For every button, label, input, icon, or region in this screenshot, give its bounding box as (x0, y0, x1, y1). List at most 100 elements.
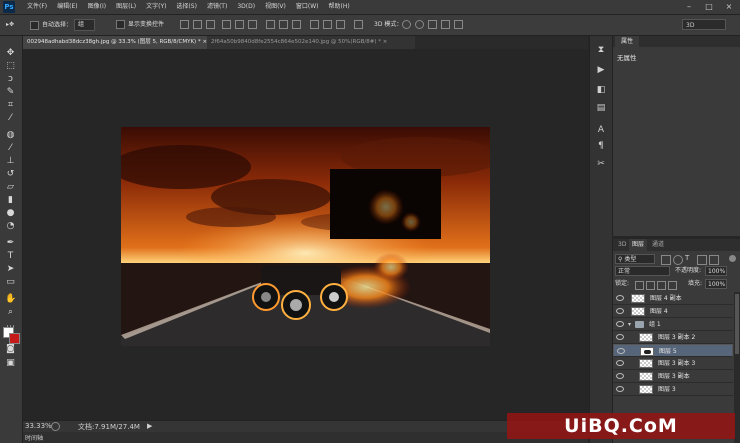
align-left-icon[interactable] (222, 20, 231, 29)
menu-file[interactable]: 文件(F) (22, 0, 52, 14)
move-icon[interactable]: ✥ (5, 48, 16, 59)
rotate-3d-icon[interactable] (402, 20, 411, 29)
filter-toggle-icon[interactable] (729, 255, 736, 262)
shape-icon[interactable]: ▭ (5, 277, 16, 288)
marquee-icon[interactable]: ⬚ (5, 61, 16, 72)
blur-icon[interactable]: ● (5, 208, 16, 219)
eraser-icon[interactable]: ▱ (5, 182, 16, 193)
drag-3d-icon[interactable] (428, 20, 437, 29)
timeline-panel-tab[interactable]: 时间轴 (23, 432, 588, 443)
pen-icon[interactable]: ✒ (5, 238, 16, 249)
history-brush-icon[interactable]: ↺ (5, 169, 16, 180)
menu-layer[interactable]: 图层(L) (111, 0, 141, 14)
filter-type-icon[interactable]: T (685, 254, 693, 262)
menu-3d[interactable]: 3D(D) (232, 0, 260, 14)
character-icon[interactable]: A (595, 124, 607, 136)
brush-icon[interactable]: ⁄ (5, 143, 16, 154)
auto-select-dropdown[interactable]: 组 (73, 19, 95, 31)
menu-view[interactable]: 视图(V) (260, 0, 291, 14)
visibility-eye-icon[interactable] (616, 334, 624, 340)
type-icon[interactable]: T (5, 251, 16, 262)
visibility-eye-icon[interactable] (616, 295, 624, 301)
slide-3d-icon[interactable] (441, 20, 450, 29)
roll-3d-icon[interactable] (415, 20, 424, 29)
lock-position-icon[interactable] (657, 281, 666, 290)
actions-icon[interactable]: ▶ (595, 64, 607, 76)
auto-select-checkbox[interactable] (30, 20, 39, 30)
workspace-dropdown[interactable]: 3D (682, 19, 726, 30)
document-image[interactable] (121, 127, 490, 346)
distribute-hcenter-icon[interactable] (323, 20, 332, 29)
paragraph-icon[interactable]: ¶ (595, 140, 607, 152)
menu-window[interactable]: 窗口(W) (291, 0, 324, 14)
tab-3d[interactable]: 3D (615, 239, 629, 251)
tab-properties[interactable]: 属性 (615, 36, 640, 47)
auto-select-option[interactable]: 自动选择： 组 (30, 19, 95, 31)
filter-adjustment-icon[interactable] (673, 255, 683, 265)
background-color-swatch[interactable] (9, 333, 20, 344)
visibility-eye-icon[interactable] (616, 360, 624, 366)
eyedropper-icon[interactable]: ⁄ (5, 113, 16, 124)
layer-row[interactable]: 图层 4 (613, 305, 733, 318)
close-tab-icon[interactable]: × (383, 39, 388, 45)
stamp-icon[interactable]: ⊥ (5, 156, 16, 167)
history-icon[interactable]: ⧗ (595, 44, 607, 56)
menu-edit[interactable]: 编辑(E) (52, 0, 82, 14)
gradient-icon[interactable]: ▮ (5, 195, 16, 206)
minimize-button[interactable]: – (682, 1, 696, 12)
screen-mode-icon[interactable]: ▣ (5, 358, 16, 369)
distribute-top-icon[interactable] (266, 20, 275, 29)
lasso-icon[interactable]: ↄ (5, 74, 16, 85)
tool-presets-icon[interactable]: ✂ (595, 158, 607, 170)
crop-icon[interactable]: ⌗ (5, 100, 16, 111)
zoom-level[interactable]: 33.33% (25, 422, 52, 430)
menu-filter[interactable]: 滤镜(T) (202, 0, 232, 14)
align-right-icon[interactable] (248, 20, 257, 29)
tab-channels[interactable]: 通道 (649, 239, 667, 251)
show-transform-checkbox[interactable] (116, 20, 125, 29)
distribute-right-icon[interactable] (336, 20, 345, 29)
layer-row[interactable]: 图层 3 副本 (613, 370, 733, 383)
lock-transparent-icon[interactable] (635, 281, 644, 290)
tab-document-1[interactable]: 002948adhabd38dcz38gh.jpg @ 33.3% (图层 5,… (23, 36, 213, 49)
fill-input[interactable]: 100% (705, 279, 727, 289)
status-menu-arrow-icon[interactable]: ▶ (147, 422, 152, 430)
scale-3d-icon[interactable] (454, 20, 463, 29)
status-info-icon[interactable] (51, 422, 60, 431)
layer-row[interactable]: 图层 3 (613, 383, 733, 396)
filter-smart-object-icon[interactable] (709, 255, 719, 265)
visibility-eye-icon[interactable] (616, 373, 624, 379)
filter-kind-dropdown[interactable]: ⚲ 类型 (615, 254, 655, 264)
layers-scrollbar-thumb[interactable] (735, 294, 739, 354)
auto-align-icon[interactable] (354, 20, 363, 29)
hand-icon[interactable]: ✋ (5, 294, 16, 305)
blend-mode-dropdown[interactable]: 正常 (615, 266, 670, 276)
align-bottom-icon[interactable] (206, 20, 215, 29)
lock-pixels-icon[interactable] (646, 281, 655, 290)
distribute-vcenter-icon[interactable] (279, 20, 288, 29)
visibility-eye-icon[interactable] (616, 308, 624, 314)
menu-type[interactable]: 文字(Y) (141, 0, 171, 14)
menu-select[interactable]: 选择(S) (171, 0, 202, 14)
healing-icon[interactable]: ◍ (5, 130, 16, 141)
path-select-icon[interactable]: ➤ (5, 264, 16, 275)
show-transform-option[interactable]: 显示变换控件 (116, 19, 164, 31)
distribute-left-icon[interactable] (310, 20, 319, 29)
align-vcenter-icon[interactable] (193, 20, 202, 29)
layer-row[interactable]: 图层 3 副本 2 (613, 331, 733, 344)
distribute-bottom-icon[interactable] (292, 20, 301, 29)
zoom-icon[interactable]: ⌕ (5, 307, 16, 318)
close-window-button[interactable]: × (722, 1, 736, 12)
adjustments-icon[interactable]: ◧ (595, 84, 607, 96)
align-top-icon[interactable] (180, 20, 189, 29)
move-tool-preset-icon[interactable]: ▸✥ (6, 19, 14, 31)
visibility-eye-icon[interactable] (616, 386, 624, 392)
menu-image[interactable]: 图像(I) (83, 0, 111, 14)
layer-row[interactable]: 图层 3 副本 3 (613, 357, 733, 370)
tab-document-2[interactable]: 2f64a50b9840d8fe2554c864e502e140.jpg @ 5… (207, 36, 415, 49)
group-expand-icon[interactable]: ▾ (628, 318, 631, 331)
quick-mask-icon[interactable]: ◙ (5, 344, 16, 355)
group-row[interactable]: ▾ 组 1 (613, 318, 733, 331)
quick-select-icon[interactable]: ✎ (5, 87, 16, 98)
dodge-icon[interactable]: ◔ (5, 221, 16, 232)
